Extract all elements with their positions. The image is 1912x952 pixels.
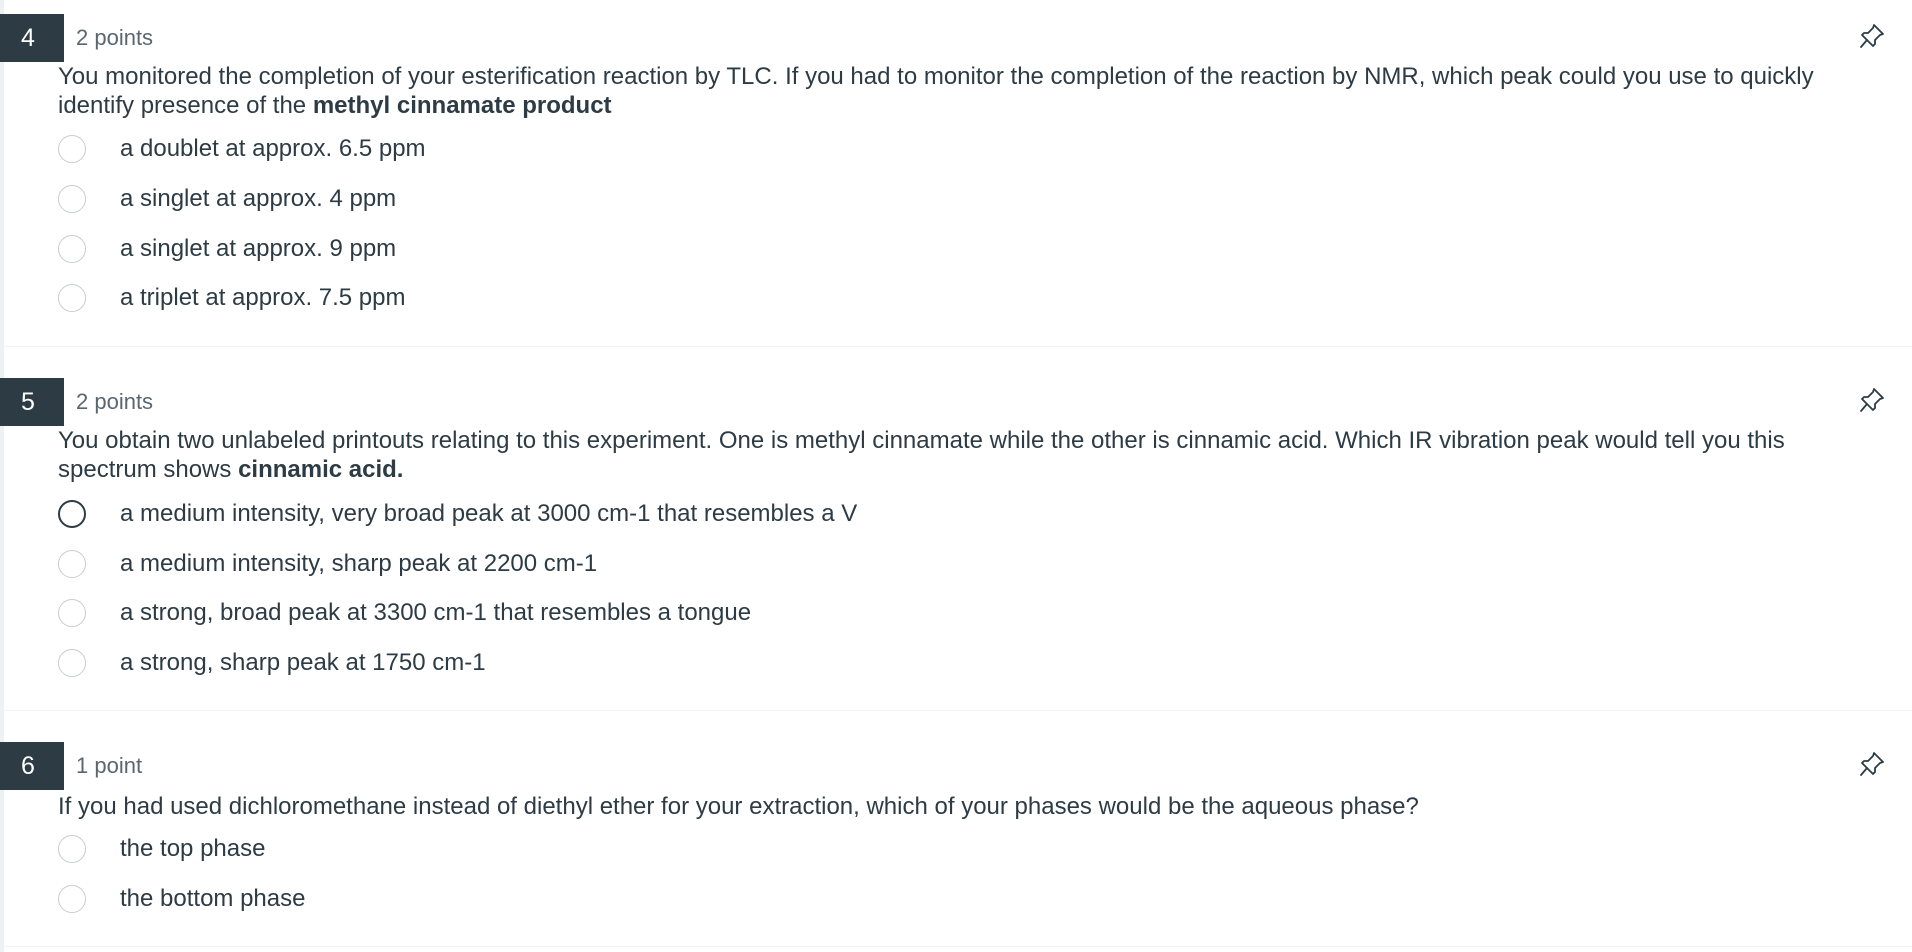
radio-button[interactable]	[58, 284, 86, 312]
question-text: You monitored the completion of your est…	[58, 62, 1888, 120]
answer-label: a strong, broad peak at 3300 cm-1 that r…	[120, 599, 752, 626]
question-divider	[4, 946, 1912, 947]
radio-button[interactable]	[58, 135, 86, 163]
question-5: 5 2 points You obtain two unlabeled prin…	[0, 364, 1912, 710]
question-number: 5	[0, 378, 64, 426]
question-points: 1 point	[76, 753, 143, 778]
question-number: 4	[0, 14, 64, 62]
answer-option[interactable]: a triplet at approx. 7.5 ppm	[58, 279, 1258, 319]
answer-option[interactable]: a medium intensity, sharp peak at 2200 c…	[58, 545, 1258, 585]
answer-option[interactable]: a singlet at approx. 4 ppm	[58, 180, 1258, 220]
pin-icon[interactable]	[1858, 386, 1886, 414]
answer-option[interactable]: the bottom phase	[58, 880, 1258, 920]
answer-label: a singlet at approx. 9 ppm	[120, 235, 397, 262]
question-text: You obtain two unlabeled printouts relat…	[58, 426, 1888, 484]
question-points: 2 points	[76, 389, 154, 414]
answer-option[interactable]: the top phase	[58, 830, 1258, 870]
pin-icon[interactable]	[1858, 750, 1886, 778]
radio-button[interactable]	[58, 500, 86, 528]
radio-button[interactable]	[58, 550, 86, 578]
question-divider	[4, 346, 1912, 347]
answer-label: a medium intensity, sharp peak at 2200 c…	[120, 550, 598, 577]
radio-button[interactable]	[58, 185, 86, 213]
answer-option[interactable]: a medium intensity, very broad peak at 3…	[58, 495, 1258, 535]
question-points: 2 points	[76, 25, 154, 50]
question-number: 6	[0, 742, 64, 790]
answer-label: a singlet at approx. 4 ppm	[120, 185, 397, 212]
answer-label: the bottom phase	[120, 885, 306, 912]
question-text-bold: methyl cinnamate product	[312, 92, 612, 119]
question-6: 6 1 point If you had used dichloromethan…	[0, 728, 1912, 952]
radio-button[interactable]	[58, 235, 86, 263]
pin-icon[interactable]	[1858, 22, 1886, 50]
question-text-main: If you had used dichloromethane instead …	[58, 793, 1419, 820]
answer-option[interactable]: a strong, broad peak at 3300 cm-1 that r…	[58, 594, 1258, 634]
radio-button[interactable]	[58, 885, 86, 913]
answer-label: a strong, sharp peak at 1750 cm-1	[120, 649, 486, 676]
radio-button[interactable]	[58, 835, 86, 863]
answer-label: a triplet at approx. 7.5 ppm	[120, 284, 406, 311]
question-4: 4 2 points You monitored the completion …	[0, 0, 1912, 346]
answer-option[interactable]: a singlet at approx. 9 ppm	[58, 230, 1258, 270]
question-divider	[4, 710, 1912, 711]
answer-option[interactable]: a doublet at approx. 6.5 ppm	[58, 130, 1258, 170]
answer-label: a medium intensity, very broad peak at 3…	[120, 500, 858, 527]
radio-button[interactable]	[58, 599, 86, 627]
answer-label: a doublet at approx. 6.5 ppm	[120, 135, 426, 162]
question-text-bold: cinnamic acid.	[238, 456, 404, 483]
radio-button[interactable]	[58, 649, 86, 677]
answer-option[interactable]: a strong, sharp peak at 1750 cm-1	[58, 644, 1258, 684]
question-text: If you had used dichloromethane instead …	[58, 792, 1888, 821]
answer-label: the top phase	[120, 835, 266, 862]
